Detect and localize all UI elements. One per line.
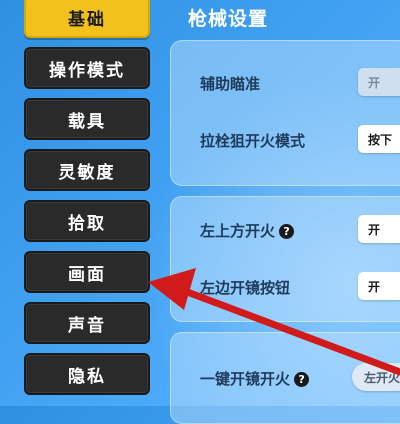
help-icon[interactable]: ? — [279, 224, 295, 239]
row-label-aim-assist: 辅助瞄准 — [200, 75, 261, 93]
toggle-value: 左开火 — [364, 370, 400, 385]
help-icon[interactable]: ? — [294, 372, 310, 387]
sidebar-item-label: 灵敏度 — [58, 162, 116, 183]
sidebar-item-pickup[interactable]: 拾取 — [24, 200, 150, 242]
sidebar-item-label: 声音 — [68, 315, 106, 336]
sidebar-item-label: 画面 — [68, 264, 106, 285]
left-top-fire-toggle[interactable]: 开 — [358, 215, 400, 243]
left-scope-button-toggle[interactable]: 开 — [358, 272, 400, 300]
sidebar-item-privacy[interactable]: 隐私 — [24, 353, 150, 395]
sidebar-item-graphics[interactable]: 画面 — [24, 251, 150, 293]
row-label-one-tap-scope-fire: 一键开镜开火? — [200, 368, 310, 389]
sidebar-item-basic[interactable]: 基础 — [24, 0, 150, 38]
one-tap-scope-fire-select[interactable]: 左开火 — [352, 363, 400, 391]
sidebar-item-label: 拾取 — [68, 213, 106, 234]
sidebar-item-vehicle[interactable]: 载具 — [24, 98, 150, 140]
row-label-text: 左上方开火 — [200, 222, 276, 240]
toggle-value: 按下 — [368, 132, 393, 147]
sidebar-item-sound[interactable]: 声音 — [24, 302, 150, 344]
page-title: 枪械设置 — [188, 8, 269, 30]
row-label-text: 一键开镜开火 — [200, 370, 291, 388]
sidebar-item-label: 基础 — [68, 9, 106, 30]
settings-sidebar: 基础 操作模式 载具 灵敏度 拾取 画面 声音 隐私 — [0, 0, 160, 406]
row-label-left-top-fire: 左上方开火? — [200, 220, 295, 241]
sidebar-item-sensitivity[interactable]: 灵敏度 — [24, 149, 150, 191]
bolt-sniper-fire-mode-select[interactable]: 按下 — [358, 125, 400, 153]
sidebar-item-label: 载具 — [68, 111, 106, 132]
settings-card-aim — [170, 40, 400, 186]
toggle-value: 开 — [368, 279, 381, 294]
row-label-left-scope-button: 左边开镜按钮 — [200, 279, 291, 297]
toggle-value: 开 — [368, 75, 381, 90]
aim-assist-toggle[interactable]: 开 — [358, 68, 400, 96]
toggle-value: 开 — [368, 222, 381, 237]
sidebar-item-control-mode[interactable]: 操作模式 — [24, 47, 150, 89]
row-label-bolt-sniper-fire-mode: 拉栓狙开火模式 — [200, 132, 306, 150]
sidebar-item-label: 操作模式 — [49, 60, 125, 81]
sidebar-item-label: 隐私 — [68, 366, 106, 387]
